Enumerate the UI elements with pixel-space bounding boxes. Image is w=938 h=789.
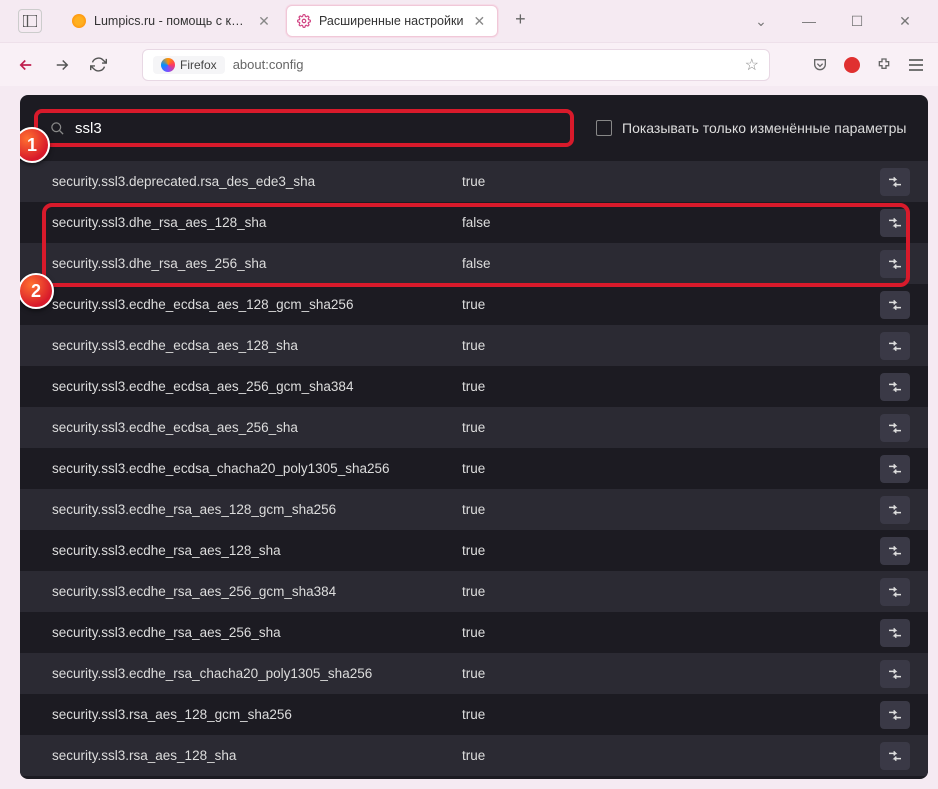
pref-name: security.ssl3.deprecated.rsa_des_ede3_sh… <box>52 174 462 189</box>
badge-label: Firefox <box>180 58 217 72</box>
pref-name: security.ssl3.ecdhe_rsa_chacha20_poly130… <box>52 666 462 681</box>
pref-row[interactable]: security.ssl3.ecdhe_ecdsa_aes_128_sha tr… <box>20 325 928 366</box>
firefox-badge: Firefox <box>153 56 225 74</box>
checkbox-label: Показывать только изменённые параметры <box>622 120 906 136</box>
new-tab-button[interactable]: + <box>506 5 534 33</box>
pref-value: true <box>462 174 880 189</box>
about-config-content: Показывать только изменённые параметры s… <box>20 95 928 779</box>
toggle-button[interactable] <box>880 209 910 237</box>
pref-row[interactable]: security.ssl3.dhe_rsa_aes_256_sha false <box>20 243 928 284</box>
toggle-button[interactable] <box>880 701 910 729</box>
toggle-button[interactable] <box>880 578 910 606</box>
pref-name: security.ssl3.ecdhe_ecdsa_aes_256_sha <box>52 420 462 435</box>
toggle-button[interactable] <box>880 332 910 360</box>
pocket-icon[interactable] <box>812 57 828 73</box>
minimize-icon[interactable]: — <box>794 13 824 29</box>
pref-value: true <box>462 502 880 517</box>
pref-value: false <box>462 256 880 271</box>
pref-name: security.ssl3.rsa_aes_128_sha <box>52 748 462 763</box>
pref-row[interactable]: security.ssl3.rsa_aes_128_gcm_sha256 tru… <box>20 694 928 735</box>
pref-name: security.ssl3.ecdhe_ecdsa_aes_128_gcm_sh… <box>52 297 462 312</box>
close-icon[interactable]: ✕ <box>256 13 272 30</box>
pref-name: security.ssl3.dhe_rsa_aes_256_sha <box>52 256 462 271</box>
titlebar: Lumpics.ru - помощь с компь ✕ Расширенны… <box>0 0 938 42</box>
toggle-button[interactable] <box>880 455 910 483</box>
pref-value: true <box>462 379 880 394</box>
chevron-down-icon[interactable]: ⌄ <box>746 13 776 30</box>
toggle-button[interactable] <box>880 291 910 319</box>
show-modified-only[interactable]: Показывать только изменённые параметры <box>596 120 906 136</box>
pref-name: security.ssl3.ecdhe_rsa_aes_128_gcm_sha2… <box>52 502 462 517</box>
reload-button[interactable] <box>86 53 110 77</box>
toggle-button[interactable] <box>880 537 910 565</box>
tab-label: Lumpics.ru - помощь с компь <box>94 14 248 28</box>
sidebar-toggle-icon[interactable] <box>18 9 42 33</box>
toggle-button[interactable] <box>880 373 910 401</box>
pref-value: true <box>462 707 880 722</box>
pref-name: security.ssl3.ecdhe_ecdsa_chacha20_poly1… <box>52 461 462 476</box>
pref-list: security.ssl3.deprecated.rsa_des_ede3_sh… <box>20 161 928 776</box>
account-badge[interactable] <box>844 57 860 73</box>
tab-lumpics[interactable]: Lumpics.ru - помощь с компь ✕ <box>62 5 282 37</box>
pref-value: true <box>462 625 880 640</box>
toggle-button[interactable] <box>880 619 910 647</box>
window-controls: ⌄ — ☐ ✕ <box>746 13 930 30</box>
pref-row[interactable]: security.ssl3.ecdhe_rsa_aes_256_gcm_sha3… <box>20 571 928 612</box>
pref-row[interactable]: security.ssl3.ecdhe_rsa_aes_256_sha true <box>20 612 928 653</box>
pref-row[interactable]: security.ssl3.ecdhe_rsa_aes_128_sha true <box>20 530 928 571</box>
pref-name: security.ssl3.ecdhe_ecdsa_aes_256_gcm_sh… <box>52 379 462 394</box>
tab-label: Расширенные настройки <box>319 14 463 28</box>
toggle-button[interactable] <box>880 414 910 442</box>
pref-row[interactable]: security.ssl3.ecdhe_ecdsa_aes_128_gcm_sh… <box>20 284 928 325</box>
url-text: about:config <box>233 57 737 72</box>
pref-row[interactable]: security.ssl3.ecdhe_ecdsa_chacha20_poly1… <box>20 448 928 489</box>
pref-search-input[interactable] <box>75 120 558 137</box>
pref-value: true <box>462 584 880 599</box>
maximize-icon[interactable]: ☐ <box>842 13 872 30</box>
toggle-button[interactable] <box>880 168 910 196</box>
pref-row[interactable]: security.ssl3.rsa_aes_128_sha true <box>20 735 928 776</box>
pref-value: true <box>462 748 880 763</box>
toolbar: Firefox about:config ☆ <box>0 42 938 86</box>
pref-value: true <box>462 297 880 312</box>
pref-value: true <box>462 338 880 353</box>
pref-value: false <box>462 215 880 230</box>
pref-row[interactable]: security.ssl3.ecdhe_rsa_aes_128_gcm_sha2… <box>20 489 928 530</box>
tab-about-config[interactable]: Расширенные настройки ✕ <box>286 5 498 37</box>
pref-name: security.ssl3.ecdhe_rsa_aes_128_sha <box>52 543 462 558</box>
pref-search-box[interactable] <box>34 109 574 147</box>
pref-row[interactable]: security.ssl3.deprecated.rsa_des_ede3_sh… <box>20 161 928 202</box>
pref-value: true <box>462 543 880 558</box>
menu-icon[interactable] <box>908 58 924 72</box>
extensions-icon[interactable] <box>876 57 892 73</box>
pref-row[interactable]: security.ssl3.ecdhe_ecdsa_aes_256_sha tr… <box>20 407 928 448</box>
pref-row[interactable]: security.ssl3.dhe_rsa_aes_128_sha false <box>20 202 928 243</box>
pref-name: security.ssl3.rsa_aes_128_gcm_sha256 <box>52 707 462 722</box>
toggle-button[interactable] <box>880 496 910 524</box>
url-bar[interactable]: Firefox about:config ☆ <box>142 49 770 81</box>
pref-row[interactable]: security.ssl3.ecdhe_ecdsa_aes_256_gcm_sh… <box>20 366 928 407</box>
search-icon <box>50 121 65 136</box>
pref-name: security.ssl3.ecdhe_rsa_aes_256_gcm_sha3… <box>52 584 462 599</box>
back-button[interactable] <box>14 53 38 77</box>
gear-icon <box>297 14 311 28</box>
toggle-button[interactable] <box>880 742 910 770</box>
close-icon[interactable]: ✕ <box>471 13 487 30</box>
firefox-icon <box>161 58 175 72</box>
checkbox-icon[interactable] <box>596 120 612 136</box>
bookmark-star-icon[interactable]: ☆ <box>745 55 759 75</box>
tab-strip: Lumpics.ru - помощь с компь ✕ Расширенны… <box>62 5 746 37</box>
pref-value: true <box>462 461 880 476</box>
pref-value: true <box>462 666 880 681</box>
toggle-button[interactable] <box>880 250 910 278</box>
pref-name: security.ssl3.ecdhe_ecdsa_aes_128_sha <box>52 338 462 353</box>
pref-row[interactable]: security.ssl3.ecdhe_rsa_chacha20_poly130… <box>20 653 928 694</box>
lumpics-icon <box>72 14 86 28</box>
pref-name: security.ssl3.ecdhe_rsa_aes_256_sha <box>52 625 462 640</box>
close-icon[interactable]: ✕ <box>890 13 920 30</box>
pref-value: true <box>462 420 880 435</box>
toggle-button[interactable] <box>880 660 910 688</box>
forward-button[interactable] <box>50 53 74 77</box>
pref-name: security.ssl3.dhe_rsa_aes_128_sha <box>52 215 462 230</box>
